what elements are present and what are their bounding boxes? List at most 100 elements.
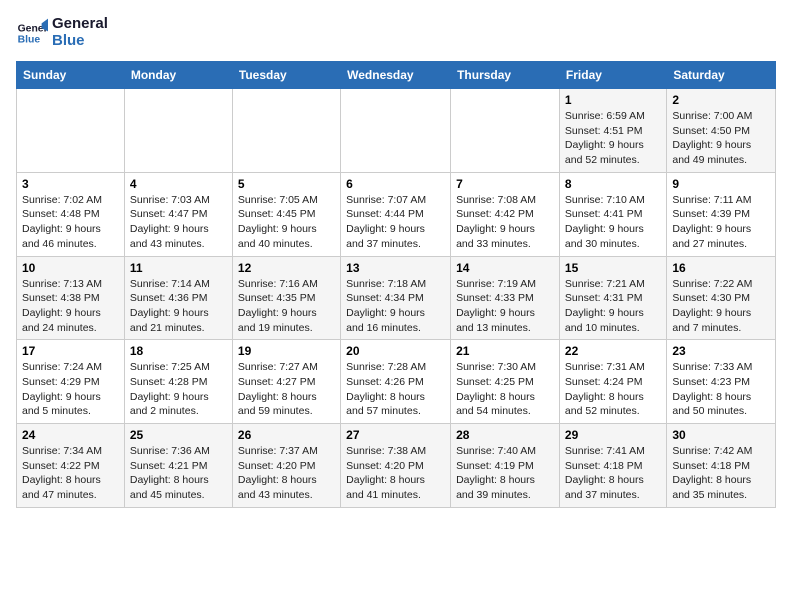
day-info: Sunrise: 7:31 AM Sunset: 4:24 PM Dayligh…	[565, 360, 661, 419]
day-info: Sunrise: 7:18 AM Sunset: 4:34 PM Dayligh…	[346, 277, 445, 336]
day-number: 6	[346, 177, 445, 191]
day-number: 25	[130, 428, 227, 442]
day-info: Sunrise: 7:38 AM Sunset: 4:20 PM Dayligh…	[346, 444, 445, 503]
weekday-header-tuesday: Tuesday	[232, 62, 340, 89]
day-number: 18	[130, 344, 227, 358]
day-number: 4	[130, 177, 227, 191]
weekday-header-row: SundayMondayTuesdayWednesdayThursdayFrid…	[17, 62, 776, 89]
day-info: Sunrise: 7:40 AM Sunset: 4:19 PM Dayligh…	[456, 444, 554, 503]
calendar-cell	[341, 89, 451, 173]
calendar-cell: 7 Sunrise: 7:08 AM Sunset: 4:42 PM Daylig…	[451, 172, 560, 256]
calendar-cell: 5Sunrise: 7:05 AM Sunset: 4:45 PM Daylig…	[232, 172, 340, 256]
day-number: 9	[672, 177, 770, 191]
day-number: 28	[456, 428, 554, 442]
day-info: Sunrise: 7:11 AM Sunset: 4:39 PM Dayligh…	[672, 193, 770, 252]
day-number: 19	[238, 344, 335, 358]
calendar-cell: 28 Sunrise: 7:40 AM Sunset: 4:19 PM Dayli…	[451, 424, 560, 508]
day-number: 23	[672, 344, 770, 358]
day-number: 7	[456, 177, 554, 191]
calendar-cell: 24Sunrise: 7:34 AM Sunset: 4:22 PM Dayli…	[17, 424, 125, 508]
day-number: 24	[22, 428, 119, 442]
calendar-cell: 22 Sunrise: 7:31 AM Sunset: 4:24 PM Dayli…	[559, 340, 666, 424]
calendar-week-5: 24Sunrise: 7:34 AM Sunset: 4:22 PM Dayli…	[17, 424, 776, 508]
day-info: Sunrise: 7:16 AM Sunset: 4:35 PM Dayligh…	[238, 277, 335, 336]
weekday-header-thursday: Thursday	[451, 62, 560, 89]
calendar-cell: 30 Sunrise: 7:42 AM Sunset: 4:18 PM Dayli…	[667, 424, 776, 508]
calendar-cell	[17, 89, 125, 173]
weekday-header-saturday: Saturday	[667, 62, 776, 89]
day-info: Sunrise: 7:08 AM Sunset: 4:42 PM Dayligh…	[456, 193, 554, 252]
calendar-week-1: 1Sunrise: 6:59 AM Sunset: 4:51 PM Daylig…	[17, 89, 776, 173]
day-number: 10	[22, 261, 119, 275]
calendar-cell: 19 Sunrise: 7:27 AM Sunset: 4:27 PM Dayli…	[232, 340, 340, 424]
calendar-cell: 13 Sunrise: 7:18 AM Sunset: 4:34 PM Dayli…	[341, 256, 451, 340]
day-info: Sunrise: 7:22 AM Sunset: 4:30 PM Dayligh…	[672, 277, 770, 336]
day-info: Sunrise: 7:19 AM Sunset: 4:33 PM Dayligh…	[456, 277, 554, 336]
calendar-cell: 27 Sunrise: 7:38 AM Sunset: 4:20 PM Dayli…	[341, 424, 451, 508]
day-number: 17	[22, 344, 119, 358]
calendar-cell: 10 Sunrise: 7:13 AM Sunset: 4:38 PM Dayli…	[17, 256, 125, 340]
weekday-header-friday: Friday	[559, 62, 666, 89]
calendar-cell: 29 Sunrise: 7:41 AM Sunset: 4:18 PM Dayli…	[559, 424, 666, 508]
day-info: Sunrise: 7:42 AM Sunset: 4:18 PM Dayligh…	[672, 444, 770, 503]
day-info: Sunrise: 7:37 AM Sunset: 4:20 PM Dayligh…	[238, 444, 335, 503]
calendar-cell: 6 Sunrise: 7:07 AM Sunset: 4:44 PM Daylig…	[341, 172, 451, 256]
calendar-cell: 4 Sunrise: 7:03 AM Sunset: 4:47 PM Daylig…	[124, 172, 232, 256]
day-number: 22	[565, 344, 661, 358]
calendar-cell	[124, 89, 232, 173]
day-number: 29	[565, 428, 661, 442]
calendar-cell: 15 Sunrise: 7:21 AM Sunset: 4:31 PM Dayli…	[559, 256, 666, 340]
calendar-cell: 16 Sunrise: 7:22 AM Sunset: 4:30 PM Dayli…	[667, 256, 776, 340]
day-info: Sunrise: 7:10 AM Sunset: 4:41 PM Dayligh…	[565, 193, 661, 252]
day-info: Sunrise: 7:03 AM Sunset: 4:47 PM Dayligh…	[130, 193, 227, 252]
calendar-cell: 11Sunrise: 7:14 AM Sunset: 4:36 PM Dayli…	[124, 256, 232, 340]
day-number: 15	[565, 261, 661, 275]
calendar-cell: 12Sunrise: 7:16 AM Sunset: 4:35 PM Dayli…	[232, 256, 340, 340]
day-number: 16	[672, 261, 770, 275]
svg-text:Blue: Blue	[18, 34, 41, 45]
day-number: 26	[238, 428, 335, 442]
logo-blue: Blue	[52, 33, 108, 50]
day-info: Sunrise: 7:21 AM Sunset: 4:31 PM Dayligh…	[565, 277, 661, 336]
day-number: 8	[565, 177, 661, 191]
calendar-week-4: 17 Sunrise: 7:24 AM Sunset: 4:29 PM Dayli…	[17, 340, 776, 424]
day-number: 21	[456, 344, 554, 358]
logo-icon: General Blue	[16, 17, 48, 49]
day-info: Sunrise: 7:05 AM Sunset: 4:45 PM Dayligh…	[238, 193, 335, 252]
calendar-cell: 2Sunrise: 7:00 AM Sunset: 4:50 PM Daylig…	[667, 89, 776, 173]
day-info: Sunrise: 7:28 AM Sunset: 4:26 PM Dayligh…	[346, 360, 445, 419]
day-info: Sunrise: 7:13 AM Sunset: 4:38 PM Dayligh…	[22, 277, 119, 336]
day-number: 3	[22, 177, 119, 191]
day-info: Sunrise: 7:07 AM Sunset: 4:44 PM Dayligh…	[346, 193, 445, 252]
day-number: 11	[130, 261, 227, 275]
weekday-header-sunday: Sunday	[17, 62, 125, 89]
day-info: Sunrise: 7:41 AM Sunset: 4:18 PM Dayligh…	[565, 444, 661, 503]
day-number: 1	[565, 93, 661, 107]
logo: General Blue General Blue	[16, 16, 108, 49]
calendar-week-2: 3 Sunrise: 7:02 AM Sunset: 4:48 PM Daylig…	[17, 172, 776, 256]
day-info: Sunrise: 7:27 AM Sunset: 4:27 PM Dayligh…	[238, 360, 335, 419]
calendar-cell: 23 Sunrise: 7:33 AM Sunset: 4:23 PM Dayli…	[667, 340, 776, 424]
day-info: Sunrise: 7:36 AM Sunset: 4:21 PM Dayligh…	[130, 444, 227, 503]
day-info: Sunrise: 7:30 AM Sunset: 4:25 PM Dayligh…	[456, 360, 554, 419]
day-info: Sunrise: 7:33 AM Sunset: 4:23 PM Dayligh…	[672, 360, 770, 419]
day-number: 27	[346, 428, 445, 442]
calendar-cell: 20 Sunrise: 7:28 AM Sunset: 4:26 PM Dayli…	[341, 340, 451, 424]
day-number: 14	[456, 261, 554, 275]
weekday-header-monday: Monday	[124, 62, 232, 89]
day-info: Sunrise: 7:25 AM Sunset: 4:28 PM Dayligh…	[130, 360, 227, 419]
logo-general: General	[52, 16, 108, 33]
day-number: 13	[346, 261, 445, 275]
day-number: 30	[672, 428, 770, 442]
calendar-cell: 3 Sunrise: 7:02 AM Sunset: 4:48 PM Daylig…	[17, 172, 125, 256]
calendar-cell	[232, 89, 340, 173]
day-info: Sunrise: 7:02 AM Sunset: 4:48 PM Dayligh…	[22, 193, 119, 252]
day-number: 20	[346, 344, 445, 358]
calendar-cell: 26 Sunrise: 7:37 AM Sunset: 4:20 PM Dayli…	[232, 424, 340, 508]
day-info: Sunrise: 7:24 AM Sunset: 4:29 PM Dayligh…	[22, 360, 119, 419]
calendar-cell: 17 Sunrise: 7:24 AM Sunset: 4:29 PM Dayli…	[17, 340, 125, 424]
calendar-cell: 9 Sunrise: 7:11 AM Sunset: 4:39 PM Daylig…	[667, 172, 776, 256]
calendar-cell: 21 Sunrise: 7:30 AM Sunset: 4:25 PM Dayli…	[451, 340, 560, 424]
calendar-cell: 8 Sunrise: 7:10 AM Sunset: 4:41 PM Daylig…	[559, 172, 666, 256]
day-number: 2	[672, 93, 770, 107]
